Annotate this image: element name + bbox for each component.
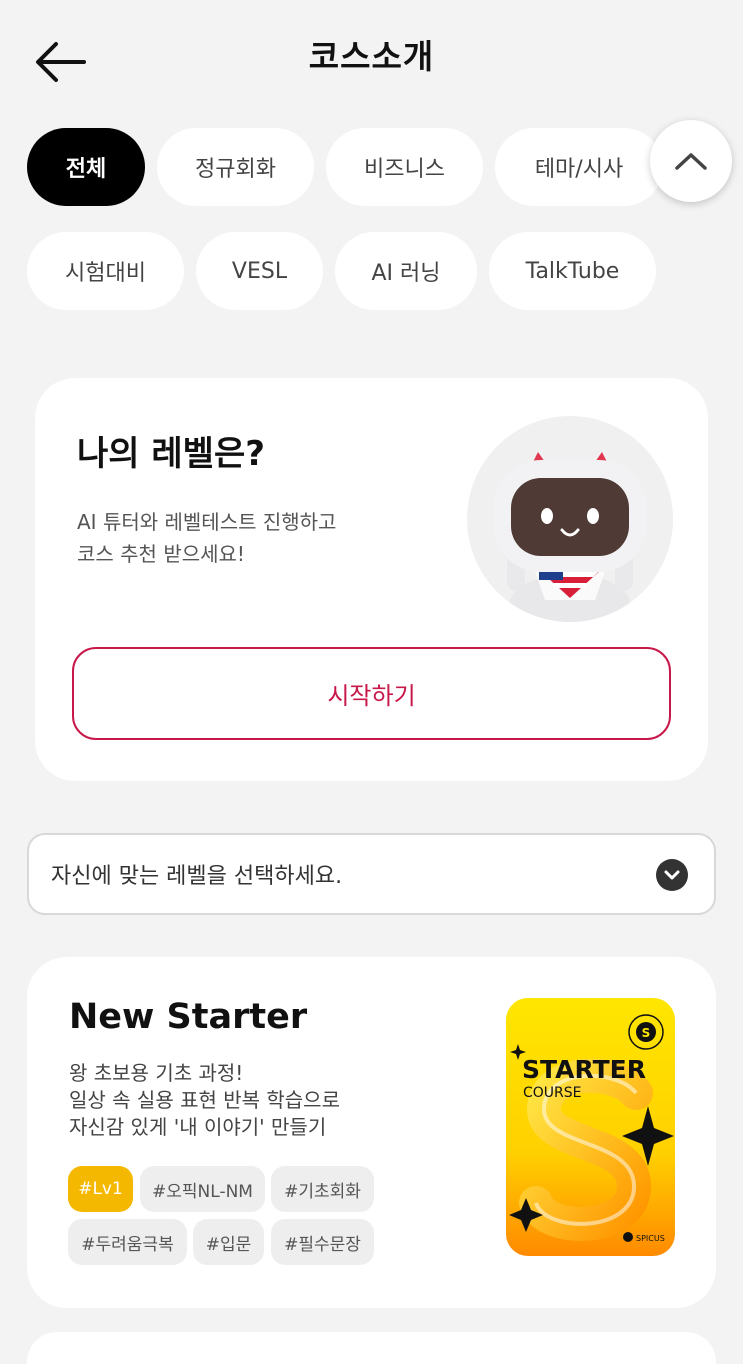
course-tag: #두려움극복	[68, 1219, 187, 1265]
collapse-filters-button[interactable]	[650, 120, 732, 202]
course-card-new-starter[interactable]: New Starter 왕 초보용 기초 과정! 일상 속 실용 표현 반복 학…	[27, 957, 716, 1308]
filter-chip-talktube[interactable]: TalkTube	[489, 232, 656, 310]
robot-mascot-image	[467, 416, 673, 622]
svg-text:SPICUS: SPICUS	[636, 1234, 665, 1243]
course-thumbnail-image: S STARTER COURSE SPICUS	[506, 998, 675, 1256]
level-card-title: 나의 레벨은?	[77, 434, 265, 474]
page-title: 코스소개	[308, 37, 435, 76]
course-description-line: 자신감 있게 '내 이야기' 만들기	[69, 1115, 327, 1139]
filter-chip-regular[interactable]: 정규회화	[157, 128, 314, 206]
course-tag: #기초회화	[271, 1166, 374, 1212]
course-tag: #Lv1	[68, 1166, 133, 1212]
course-tag: #필수문장	[271, 1219, 374, 1265]
filter-chip-business[interactable]: 비즈니스	[326, 128, 483, 206]
filter-chip-theme[interactable]: 테마/시사	[495, 128, 663, 206]
course-tag: #오픽NL-NM	[140, 1166, 265, 1212]
svg-text:STARTER: STARTER	[522, 1055, 646, 1084]
level-select-dropdown[interactable]: 자신에 맞는 레벨을 선택하세요.	[27, 833, 716, 915]
filter-chip-exam[interactable]: 시험대비	[27, 232, 184, 310]
chevron-down-icon	[656, 859, 688, 891]
course-description: 왕 초보용 기초 과정! 일상 속 실용 표현 반복 학습으로 자신감 있게 '…	[69, 1060, 340, 1141]
start-level-test-button[interactable]: 시작하기	[72, 647, 671, 740]
level-card-description-line: AI 튜터와 레벨테스트 진행하고	[77, 510, 337, 534]
level-test-card: 나의 레벨은? AI 튜터와 레벨테스트 진행하고 코스 추천 받으세요! 시작…	[35, 378, 708, 781]
filter-chip-all[interactable]: 전체	[27, 128, 145, 206]
filter-chip-vesl[interactable]: VESL	[196, 232, 323, 310]
svg-text:S: S	[642, 1026, 651, 1040]
level-card-description: AI 튜터와 레벨테스트 진행하고 코스 추천 받으세요!	[77, 506, 336, 570]
filter-chip-ai-learning[interactable]: AI 러닝	[335, 232, 477, 310]
header: 코스소개	[0, 0, 743, 110]
course-description-line: 일상 속 실용 표현 반복 학습으로	[69, 1088, 340, 1112]
course-description-line: 왕 초보용 기초 과정!	[69, 1061, 244, 1085]
course-card-next[interactable]	[27, 1332, 716, 1364]
level-select-placeholder: 자신에 맞는 레벨을 선택하세요.	[51, 864, 343, 889]
level-card-description-line: 코스 추천 받으세요!	[77, 542, 245, 566]
chevron-up-icon	[675, 153, 707, 170]
course-tag: #입문	[193, 1219, 264, 1265]
course-title: New Starter	[69, 997, 308, 1037]
svg-text:COURSE: COURSE	[523, 1085, 582, 1101]
